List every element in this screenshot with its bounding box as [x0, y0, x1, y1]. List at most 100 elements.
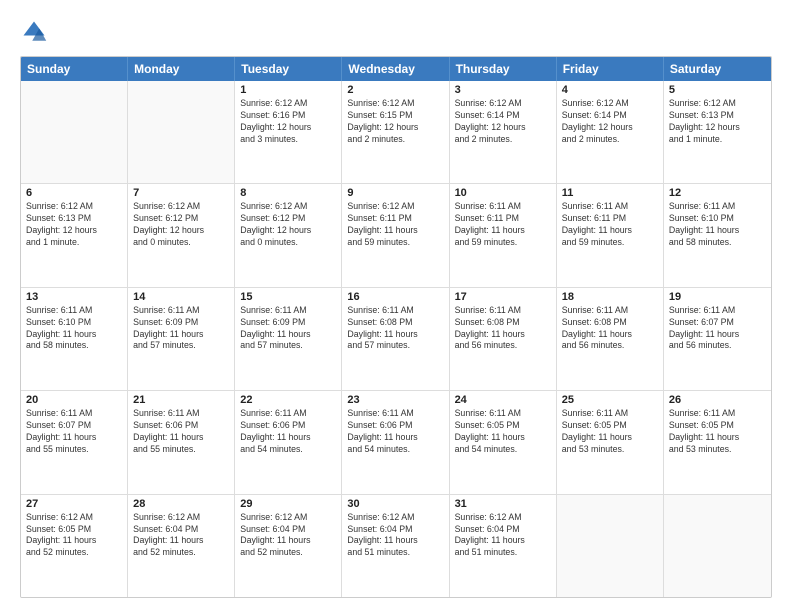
day-info: Sunrise: 6:12 AM Sunset: 6:13 PM Dayligh… — [669, 98, 766, 146]
day-cell-28: 28 Sunrise: 6:12 AM Sunset: 6:04 PM Dayli… — [128, 495, 235, 597]
day-info: Sunrise: 6:11 AM Sunset: 6:06 PM Dayligh… — [347, 408, 443, 456]
day-info: Sunrise: 6:12 AM Sunset: 6:05 PM Dayligh… — [26, 512, 122, 560]
day-cell-18: 18Sunrise: 6:11 AM Sunset: 6:08 PM Dayli… — [557, 288, 664, 390]
day-cell-8: 8 Sunrise: 6:12 AM Sunset: 6:12 PM Daylig… — [235, 184, 342, 286]
day-info: Sunrise: 6:11 AM Sunset: 6:09 PM Dayligh… — [240, 305, 336, 353]
day-info: Sunrise: 6:12 AM Sunset: 6:15 PM Dayligh… — [347, 98, 443, 146]
day-number: 17 — [455, 291, 551, 303]
logo-icon — [20, 18, 48, 46]
calendar-week-2: 6 Sunrise: 6:12 AM Sunset: 6:13 PM Daylig… — [21, 183, 771, 286]
day-info: Sunrise: 6:11 AM Sunset: 6:07 PM Dayligh… — [26, 408, 122, 456]
day-cell-23: 23 Sunrise: 6:11 AM Sunset: 6:06 PM Dayli… — [342, 391, 449, 493]
day-info: Sunrise: 6:12 AM Sunset: 6:14 PM Dayligh… — [455, 98, 551, 146]
day-info: Sunrise: 6:12 AM Sunset: 6:11 PM Dayligh… — [347, 201, 443, 249]
day-info: Sunrise: 6:11 AM Sunset: 6:08 PM Dayligh… — [455, 305, 551, 353]
day-cell-21: 21 Sunrise: 6:11 AM Sunset: 6:06 PM Dayli… — [128, 391, 235, 493]
calendar-week-5: 27 Sunrise: 6:12 AM Sunset: 6:05 PM Dayli… — [21, 494, 771, 597]
day-number: 12 — [669, 187, 766, 199]
day-info: Sunrise: 6:11 AM Sunset: 6:06 PM Dayligh… — [133, 408, 229, 456]
day-number: 22 — [240, 394, 336, 406]
day-number: 9 — [347, 187, 443, 199]
day-number: 1 — [240, 84, 336, 96]
day-number: 25 — [562, 394, 658, 406]
day-number: 10 — [455, 187, 551, 199]
header — [20, 18, 772, 46]
day-number: 11 — [562, 187, 658, 199]
day-cell-22: 22 Sunrise: 6:11 AM Sunset: 6:06 PM Dayli… — [235, 391, 342, 493]
day-number: 28 — [133, 498, 229, 510]
calendar-header-cell-sunday: Sunday — [21, 57, 128, 81]
calendar-header: SundayMondayTuesdayWednesdayThursdayFrid… — [21, 57, 771, 81]
day-number: 3 — [455, 84, 551, 96]
calendar-week-4: 20 Sunrise: 6:11 AM Sunset: 6:07 PM Dayli… — [21, 390, 771, 493]
calendar: SundayMondayTuesdayWednesdayThursdayFrid… — [20, 56, 772, 598]
day-info: Sunrise: 6:12 AM Sunset: 6:04 PM Dayligh… — [455, 512, 551, 560]
day-info: Sunrise: 6:12 AM Sunset: 6:12 PM Dayligh… — [133, 201, 229, 249]
day-cell-12: 12 Sunrise: 6:11 AM Sunset: 6:10 PM Dayli… — [664, 184, 771, 286]
day-info: Sunrise: 6:11 AM Sunset: 6:08 PM Dayligh… — [347, 305, 443, 353]
day-number: 27 — [26, 498, 122, 510]
empty-cell — [128, 81, 235, 183]
empty-cell — [21, 81, 128, 183]
calendar-body: 1 Sunrise: 6:12 AM Sunset: 6:16 PM Daylig… — [21, 81, 771, 597]
day-number: 29 — [240, 498, 336, 510]
day-number: 14 — [133, 291, 229, 303]
day-cell-17: 17 Sunrise: 6:11 AM Sunset: 6:08 PM Dayli… — [450, 288, 557, 390]
day-info: Sunrise: 6:11 AM Sunset: 6:05 PM Dayligh… — [669, 408, 766, 456]
calendar-header-cell-friday: Friday — [557, 57, 664, 81]
day-cell-2: 2Sunrise: 6:12 AM Sunset: 6:15 PM Daylig… — [342, 81, 449, 183]
day-info: Sunrise: 6:11 AM Sunset: 6:07 PM Dayligh… — [669, 305, 766, 353]
day-info: Sunrise: 6:11 AM Sunset: 6:11 PM Dayligh… — [455, 201, 551, 249]
day-number: 30 — [347, 498, 443, 510]
day-number: 18 — [562, 291, 658, 303]
day-number: 16 — [347, 291, 443, 303]
day-number: 5 — [669, 84, 766, 96]
page: SundayMondayTuesdayWednesdayThursdayFrid… — [0, 0, 792, 612]
day-cell-11: 11 Sunrise: 6:11 AM Sunset: 6:11 PM Dayli… — [557, 184, 664, 286]
day-info: Sunrise: 6:11 AM Sunset: 6:11 PM Dayligh… — [562, 201, 658, 249]
day-cell-1: 1 Sunrise: 6:12 AM Sunset: 6:16 PM Daylig… — [235, 81, 342, 183]
day-info: Sunrise: 6:11 AM Sunset: 6:05 PM Dayligh… — [562, 408, 658, 456]
day-cell-10: 10 Sunrise: 6:11 AM Sunset: 6:11 PM Dayli… — [450, 184, 557, 286]
day-cell-25: 25 Sunrise: 6:11 AM Sunset: 6:05 PM Dayli… — [557, 391, 664, 493]
day-number: 20 — [26, 394, 122, 406]
day-number: 19 — [669, 291, 766, 303]
day-cell-29: 29Sunrise: 6:12 AM Sunset: 6:04 PM Dayli… — [235, 495, 342, 597]
day-cell-30: 30 Sunrise: 6:12 AM Sunset: 6:04 PM Dayli… — [342, 495, 449, 597]
day-cell-15: 15Sunrise: 6:11 AM Sunset: 6:09 PM Dayli… — [235, 288, 342, 390]
day-number: 4 — [562, 84, 658, 96]
day-number: 13 — [26, 291, 122, 303]
day-cell-6: 6 Sunrise: 6:12 AM Sunset: 6:13 PM Daylig… — [21, 184, 128, 286]
calendar-header-cell-wednesday: Wednesday — [342, 57, 449, 81]
day-info: Sunrise: 6:11 AM Sunset: 6:10 PM Dayligh… — [669, 201, 766, 249]
day-number: 24 — [455, 394, 551, 406]
day-info: Sunrise: 6:11 AM Sunset: 6:09 PM Dayligh… — [133, 305, 229, 353]
day-info: Sunrise: 6:12 AM Sunset: 6:04 PM Dayligh… — [347, 512, 443, 560]
day-info: Sunrise: 6:12 AM Sunset: 6:14 PM Dayligh… — [562, 98, 658, 146]
day-cell-26: 26Sunrise: 6:11 AM Sunset: 6:05 PM Dayli… — [664, 391, 771, 493]
day-number: 23 — [347, 394, 443, 406]
day-cell-16: 16 Sunrise: 6:11 AM Sunset: 6:08 PM Dayli… — [342, 288, 449, 390]
day-number: 6 — [26, 187, 122, 199]
day-cell-14: 14 Sunrise: 6:11 AM Sunset: 6:09 PM Dayli… — [128, 288, 235, 390]
empty-cell — [664, 495, 771, 597]
day-cell-24: 24 Sunrise: 6:11 AM Sunset: 6:05 PM Dayli… — [450, 391, 557, 493]
calendar-week-1: 1 Sunrise: 6:12 AM Sunset: 6:16 PM Daylig… — [21, 81, 771, 183]
day-cell-9: 9 Sunrise: 6:12 AM Sunset: 6:11 PM Daylig… — [342, 184, 449, 286]
day-info: Sunrise: 6:11 AM Sunset: 6:06 PM Dayligh… — [240, 408, 336, 456]
day-cell-13: 13 Sunrise: 6:11 AM Sunset: 6:10 PM Dayli… — [21, 288, 128, 390]
day-info: Sunrise: 6:12 AM Sunset: 6:04 PM Dayligh… — [133, 512, 229, 560]
day-info: Sunrise: 6:11 AM Sunset: 6:05 PM Dayligh… — [455, 408, 551, 456]
day-number: 7 — [133, 187, 229, 199]
day-info: Sunrise: 6:12 AM Sunset: 6:16 PM Dayligh… — [240, 98, 336, 146]
day-number: 8 — [240, 187, 336, 199]
day-info: Sunrise: 6:12 AM Sunset: 6:12 PM Dayligh… — [240, 201, 336, 249]
day-cell-31: 31 Sunrise: 6:12 AM Sunset: 6:04 PM Dayli… — [450, 495, 557, 597]
empty-cell — [557, 495, 664, 597]
day-info: Sunrise: 6:11 AM Sunset: 6:10 PM Dayligh… — [26, 305, 122, 353]
calendar-week-3: 13 Sunrise: 6:11 AM Sunset: 6:10 PM Dayli… — [21, 287, 771, 390]
day-info: Sunrise: 6:12 AM Sunset: 6:13 PM Dayligh… — [26, 201, 122, 249]
day-number: 21 — [133, 394, 229, 406]
calendar-header-cell-saturday: Saturday — [664, 57, 771, 81]
day-number: 31 — [455, 498, 551, 510]
